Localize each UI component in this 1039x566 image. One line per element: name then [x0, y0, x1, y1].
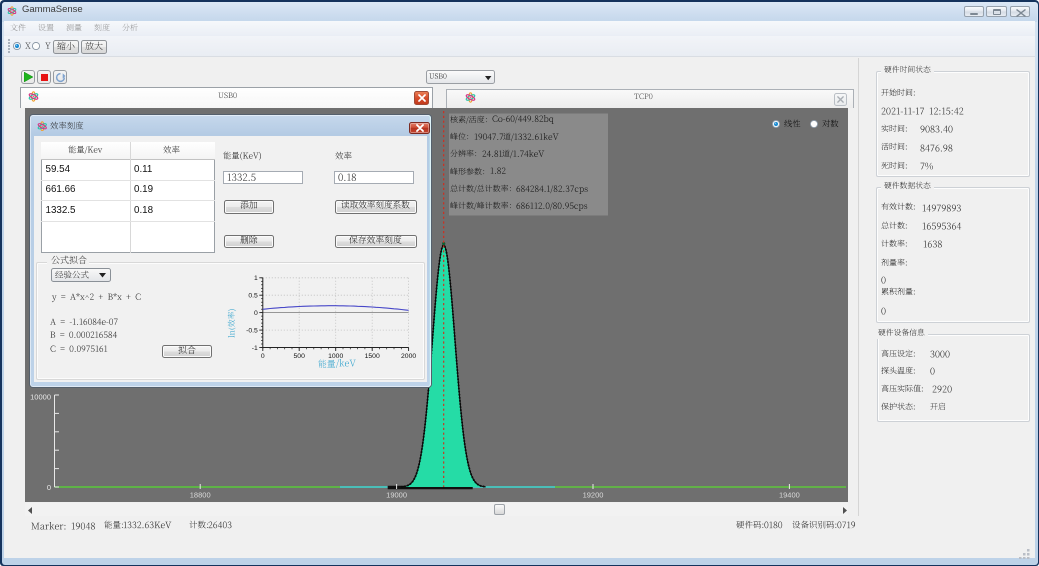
svg-text:2000: 2000	[401, 353, 416, 360]
svg-text:18800: 18800	[190, 490, 211, 499]
svg-text:0: 0	[47, 482, 51, 491]
svg-text:-0.5: -0.5	[246, 327, 258, 334]
svg-text:1500: 1500	[365, 353, 380, 360]
svg-text:1: 1	[254, 275, 258, 282]
svg-text:0: 0	[261, 353, 265, 360]
svg-text:0: 0	[254, 310, 258, 317]
svg-text:0.5: 0.5	[248, 293, 258, 300]
svg-text:19200: 19200	[583, 490, 604, 499]
svg-text:19000: 19000	[386, 490, 407, 499]
svg-text:-1: -1	[252, 345, 258, 352]
svg-text:500: 500	[294, 353, 306, 360]
svg-text:10000: 10000	[30, 392, 51, 401]
svg-text:19400: 19400	[779, 490, 800, 499]
